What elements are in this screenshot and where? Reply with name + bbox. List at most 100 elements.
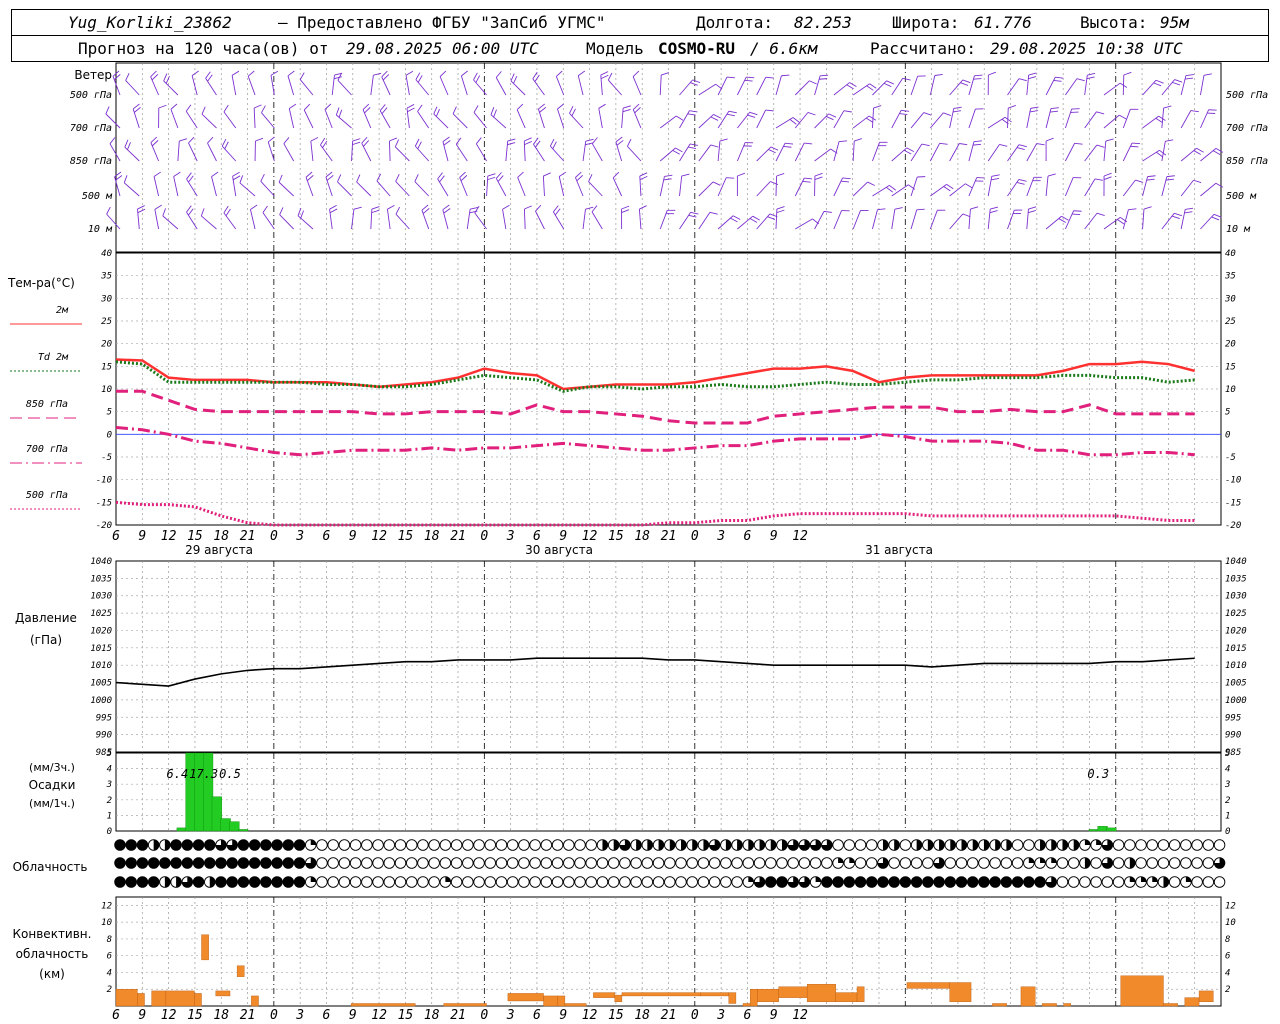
wind-barb-feather [224,141,229,150]
cloud-symbol [989,839,1001,851]
cloud-circle [899,839,912,851]
wind-barb-staff [417,111,430,129]
wind-barb-staff [1045,176,1049,197]
wind-barb-staff [1007,78,1020,96]
cloud-symbol [1000,857,1013,869]
cloud-circle [563,876,575,888]
wind-barb-feather [326,175,334,181]
cloud-symbol [506,876,519,888]
wind-barb-feather [1165,178,1174,181]
convective-bar [543,995,558,1007]
wind-barb [1161,139,1174,162]
wind-barb-staff [262,212,275,230]
cloud-symbol [1090,876,1102,888]
pressure-axis-tick-left: 1000 [90,696,112,706]
wind-barb-feather [730,217,738,223]
convective-bar [1063,1003,1072,1007]
wind-barb [968,206,979,230]
wind-barb [833,210,850,230]
wind-barb-feather [804,177,813,180]
convective-bar [507,993,544,1002]
wind-barb [736,76,755,96]
wind-barb-staff [361,142,372,162]
wind-barb-feather [549,138,555,147]
wind-barb-staff [1142,149,1160,162]
wind-barb-staff [794,80,810,96]
wind-barb-feather [1053,79,1062,82]
wind-barb-staff [852,210,861,230]
wind-barb-feather [283,137,290,144]
cloud-circle [697,876,710,888]
wind-barb-feather [692,79,701,84]
cloud-symbol [484,857,497,869]
wind-barb-feather [1096,144,1105,148]
wind-barb-feather [452,106,457,115]
wind-barb-feather [154,204,162,210]
cloud-circle [260,876,272,888]
wind-barb-feather [324,103,332,110]
wind-barb-staff [163,80,179,96]
wind-barb-feather [153,171,161,177]
wind-barb-feather [524,205,532,210]
cloud-symbol [540,839,553,851]
cloud-circle [989,857,1001,869]
wind-barb-feather [1050,107,1059,110]
wind-barb-feather [1008,105,1016,109]
wind-barb-staff [437,178,449,197]
wind-barb-feather [158,104,167,109]
wind-barb [1180,147,1204,162]
wind-barb [303,103,314,129]
wind-barb [516,103,526,129]
time-tick-label: 18 [424,529,440,544]
wind-barb-feather [1185,74,1194,77]
wind-barb [452,106,468,129]
precip-bar [194,752,205,832]
cloud-symbol [798,876,811,888]
cloud-circle [1090,876,1102,888]
cloud-symbol [574,857,586,869]
wind-barb-feather [639,172,648,177]
cloud-circle [776,876,788,888]
wind-barb-feather [421,204,429,211]
cloud-circle [708,876,721,888]
wind-barb-staff [775,175,778,197]
wind-barb-feather [433,106,438,115]
wind-barb-staff [1007,210,1015,230]
cloud-circle [563,839,575,851]
cloud-circle [664,857,676,869]
wind-barb-feather [946,183,954,190]
wind-barb-feather [749,218,758,223]
wind-barb-feather [571,108,576,117]
cloud-circle [260,839,272,851]
cloud-symbol [394,857,407,869]
wind-barb [814,210,832,230]
cloud-symbol [248,876,261,888]
wind-barb-feather [232,175,241,181]
wind-barb [1200,147,1224,162]
wind-barb-feather [1153,82,1162,87]
cloud-circle [495,839,508,851]
cloud-circle [944,876,957,888]
cloud-symbol [349,839,362,851]
wind-barb-feather [534,74,540,82]
wind-barb-feather [709,211,718,215]
wind-barb-staff [1026,143,1038,162]
wind-barb-staff [1122,179,1136,197]
wind-barb-feather [134,107,141,113]
cloud-symbol [383,857,396,869]
bottom-time-tick-label: 21 [240,1008,256,1023]
cloud-symbol [1056,876,1069,888]
wind-barb [775,206,785,230]
wind-barb-staff [555,76,565,96]
wind-barb-feather [270,70,279,76]
wind-barb [125,73,140,96]
cloud-symbol [787,876,799,888]
cloud-circle [1146,857,1158,869]
wind-barb-staff [1180,179,1194,197]
wind-barb [1064,108,1080,129]
wind-barb [1122,208,1137,230]
wind-level-label: 850 гПа [70,156,112,167]
wind-barb-staff [588,181,603,197]
cloud-circle [675,876,687,888]
cloud-symbol [181,876,194,888]
